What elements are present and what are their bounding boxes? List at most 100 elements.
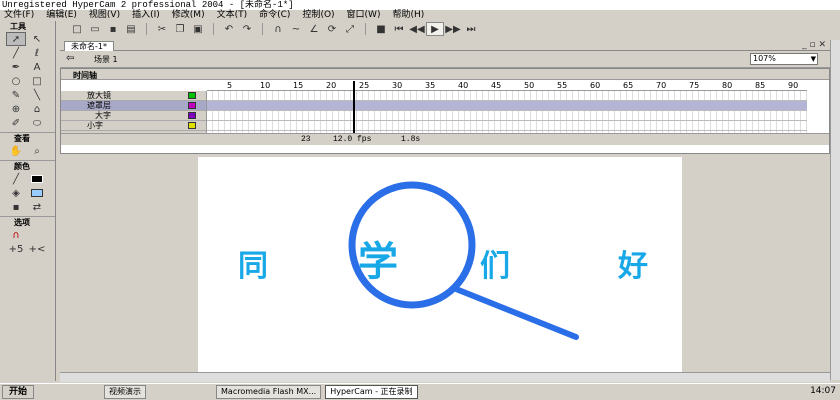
menu-control[interactable]: 控制(O) <box>302 10 334 21</box>
menu-insert[interactable]: 插入(I) <box>132 10 160 21</box>
rewind-icon[interactable]: ⏮ <box>390 22 408 36</box>
pen-tool-icon[interactable]: ✒ <box>6 60 26 74</box>
oval-tool-icon[interactable]: ○ <box>6 74 26 88</box>
ruler-mark: 30 <box>392 81 403 90</box>
frame-row[interactable] <box>207 121 807 131</box>
fill-swatch[interactable] <box>27 186 47 200</box>
step-back-icon[interactable]: ◀◀ <box>408 22 426 36</box>
blank-option <box>27 228 47 242</box>
menu-commands[interactable]: 命令(C) <box>259 10 290 21</box>
brush-tool-icon[interactable]: ╲ <box>27 88 47 102</box>
paste-icon[interactable]: ▣ <box>189 22 207 36</box>
play-icon[interactable]: ▶ <box>426 22 444 36</box>
menu-modify[interactable]: 修改(M) <box>172 10 205 21</box>
menu-edit[interactable]: 编辑(E) <box>46 10 77 21</box>
rectangle-tool-icon[interactable]: □ <box>27 74 47 88</box>
vertical-scrollbar[interactable] <box>830 40 840 380</box>
undo-icon[interactable]: ↶ <box>220 22 238 36</box>
zoom-tool-icon[interactable]: ⌕ <box>27 144 47 158</box>
layer-color-swatch <box>188 112 196 119</box>
scene-bar: ⇦ 场景 1 107% <box>60 51 830 68</box>
stage-char: 学 <box>358 238 398 285</box>
hand-tool-icon[interactable]: ✋ <box>6 144 26 158</box>
timeline-panel: 时间轴 5 10 15 20 25 30 35 40 45 50 55 60 65 70 75 80 85 90 … <box>60 68 830 154</box>
print-icon[interactable]: ▤ <box>122 22 140 36</box>
open-folder-icon[interactable]: ▭ <box>86 22 104 36</box>
layer-name: 遮罩层 <box>87 101 111 110</box>
paint-bucket-icon[interactable]: ⌂ <box>27 102 47 116</box>
layer-name: 大字 <box>95 111 111 120</box>
arrow-tool-icon[interactable]: ➚ <box>6 32 26 46</box>
step-forward-icon[interactable]: ▶▶ <box>444 22 462 36</box>
menu-view[interactable]: 视图(V) <box>89 10 120 21</box>
ruler-mark: 40 <box>458 81 469 90</box>
redo-icon[interactable]: ↷ <box>238 22 256 36</box>
layer-name: 放大镜 <box>87 91 111 100</box>
stroke-color-icon[interactable]: ╱ <box>6 172 26 186</box>
frame-grid[interactable] <box>207 81 807 133</box>
ruler-mark: 15 <box>293 81 304 90</box>
taskbar-item[interactable]: HyperCam - 正在录制 <box>325 385 418 399</box>
toolbar-separator <box>213 23 214 35</box>
smooth-option-icon[interactable]: +5 <box>6 242 26 256</box>
layer-row[interactable]: 遮罩层 <box>61 101 206 111</box>
ruler-mark: 25 <box>359 81 370 90</box>
eraser-icon[interactable]: ⬭ <box>27 116 47 130</box>
frame-row[interactable] <box>207 91 807 101</box>
layer-row[interactable]: 小字 <box>61 121 206 131</box>
stop-icon[interactable]: ■ <box>372 22 390 36</box>
start-button[interactable]: 开始 <box>2 385 35 399</box>
taskbar-item[interactable]: Macromedia Flash MX... <box>216 385 322 399</box>
stage-char: 同 <box>238 249 268 284</box>
back-arrow-icon[interactable]: ⇦ <box>66 53 74 64</box>
pencil-tool-icon[interactable]: ✎ <box>6 88 26 102</box>
layer-color-swatch <box>188 92 196 99</box>
text-tool-icon[interactable]: A <box>27 60 47 74</box>
cut-icon[interactable]: ✂ <box>153 22 171 36</box>
frame-row[interactable] <box>207 101 807 111</box>
horizontal-scrollbar[interactable] <box>60 372 830 382</box>
snap-magnet-icon[interactable]: ∩ <box>6 228 26 242</box>
copy-icon[interactable]: ❐ <box>171 22 189 36</box>
menu-file[interactable]: 文件(F) <box>4 10 34 21</box>
stage-canvas[interactable]: 同 学 们 好 <box>198 157 682 372</box>
smooth-icon[interactable]: ~ <box>287 22 305 36</box>
save-icon[interactable]: ▪ <box>104 22 122 36</box>
layer-name: 小字 <box>87 121 103 130</box>
menu-window[interactable]: 窗口(W) <box>347 10 381 21</box>
frame-row[interactable] <box>207 111 807 121</box>
taskbar-item[interactable]: 视频演示 <box>104 385 147 399</box>
magnet-icon[interactable]: ∩ <box>269 22 287 36</box>
go-to-end-icon[interactable]: ⏭ <box>462 22 480 36</box>
lasso-tool-icon[interactable]: ℓ <box>27 46 47 60</box>
line-tool-icon[interactable]: ╱ <box>6 46 26 60</box>
rotate-icon[interactable]: ⟳ <box>323 22 341 36</box>
ruler-mark: 80 <box>722 81 733 90</box>
scene-label[interactable]: 场景 1 <box>94 54 118 65</box>
layer-row[interactable]: 放大镜 <box>61 91 206 101</box>
new-file-icon[interactable]: □ <box>68 22 86 36</box>
fill-color-icon[interactable]: ◈ <box>6 186 26 200</box>
toolbar-separator <box>262 23 263 35</box>
menu-help[interactable]: 帮助(H) <box>392 10 424 21</box>
menu-text[interactable]: 文本(T) <box>217 10 248 21</box>
ruler-mark: 90 <box>788 81 799 90</box>
playhead[interactable] <box>353 81 355 133</box>
ruler-mark: 20 <box>326 81 337 90</box>
doc-window-buttons[interactable]: _ ▫ ✕ <box>802 40 826 50</box>
options-section-title: 选项 <box>0 216 55 228</box>
zoom-select[interactable]: 107% <box>750 53 818 65</box>
frame-ruler[interactable]: 5 10 15 20 25 30 35 40 45 50 55 60 65 70 75 80 85 90 <box>207 81 807 91</box>
fill-transform-icon[interactable]: ⊕ <box>6 102 26 116</box>
timeline-header: 时间轴 <box>61 69 829 80</box>
document-tab[interactable]: 未命名-1* <box>64 41 114 51</box>
default-colors-icon[interactable]: ▪ <box>6 200 26 214</box>
subselect-tool-icon[interactable]: ↖ <box>27 32 47 46</box>
eyedropper-icon[interactable]: ✐ <box>6 116 26 130</box>
scale-icon[interactable]: ⤢ <box>341 22 359 36</box>
swap-colors-icon[interactable]: ⇄ <box>27 200 47 214</box>
straighten-option-icon[interactable]: +< <box>27 242 47 256</box>
layer-row[interactable]: 大字 <box>61 111 206 121</box>
stroke-swatch[interactable] <box>27 172 47 186</box>
straighten-icon[interactable]: ∠ <box>305 22 323 36</box>
